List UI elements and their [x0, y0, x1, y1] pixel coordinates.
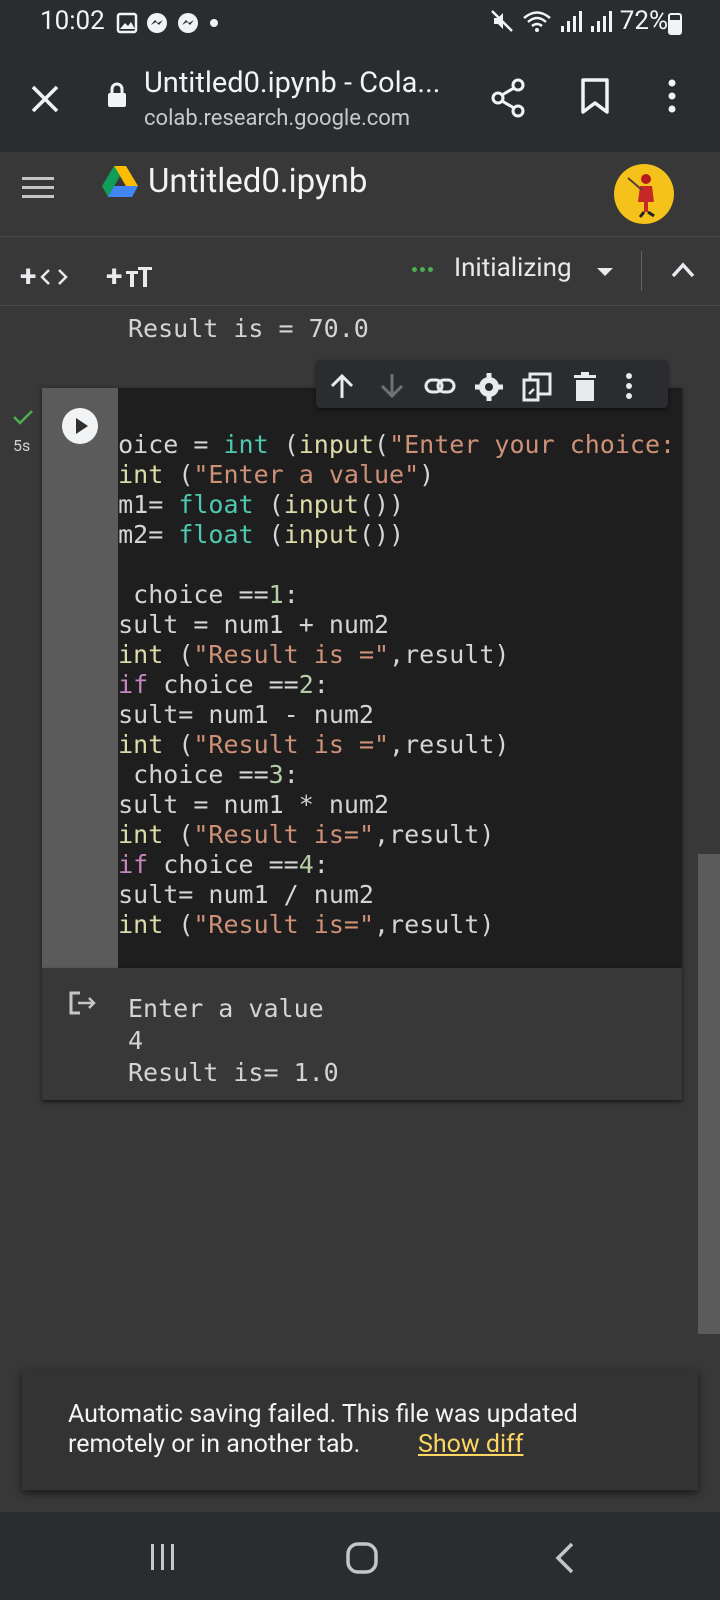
dropdown-icon[interactable]	[596, 267, 614, 277]
execution-time: 5s	[13, 436, 31, 455]
show-diff-link[interactable]: Show diff	[418, 1430, 523, 1459]
move-down-icon[interactable]	[378, 372, 406, 400]
wifi-icon	[522, 11, 551, 32]
back-icon[interactable]	[554, 1542, 576, 1574]
status-bar: 10:02 72%	[0, 0, 720, 46]
close-icon[interactable]	[28, 82, 62, 116]
notebook-toolbar: + + Initializing	[0, 236, 720, 306]
avatar[interactable]	[614, 164, 674, 224]
avatar-figure-icon	[627, 174, 655, 218]
add-code-button[interactable]: +	[20, 259, 69, 294]
system-nav-bar	[0, 1512, 720, 1600]
status-right: 72%	[490, 6, 668, 36]
signal-icon	[560, 11, 582, 32]
run-cell-button[interactable]	[62, 408, 98, 444]
toolbar-divider	[641, 251, 642, 291]
add-text-button[interactable]: +	[106, 259, 154, 294]
code-line: print ("Result is =",result)	[118, 730, 510, 759]
chevron-up-icon[interactable]	[670, 261, 696, 279]
more-vert-icon-2[interactable]	[624, 372, 634, 400]
colab-header: Untitled0.ipynb	[0, 152, 720, 236]
page-title[interactable]: Untitled0.ipynb - Cola...	[144, 66, 440, 100]
signal-icon-2	[590, 11, 612, 32]
plus-label-2: +	[106, 259, 123, 294]
menu-icon[interactable]	[20, 172, 56, 204]
move-up-icon[interactable]	[328, 372, 356, 400]
previous-cell-output: Result is = 70.0	[128, 314, 369, 343]
recent-apps-icon[interactable]	[148, 1542, 178, 1572]
check-icon	[13, 410, 33, 425]
code-line: result = num1 * num2	[118, 790, 390, 819]
runtime-status-dots	[412, 267, 433, 272]
messenger-icon-2	[178, 13, 198, 33]
code-line: print ("Result is=",result)	[118, 910, 495, 939]
output-line: Enter a value	[128, 994, 324, 1023]
scrollbar-thumb[interactable]	[698, 854, 720, 1334]
battery-percent: 72%	[619, 6, 668, 36]
url-text[interactable]: colab.research.google.com	[144, 106, 410, 131]
save-failed-snackbar: Automatic saving failed. This file was u…	[22, 1370, 698, 1490]
home-icon[interactable]	[346, 1542, 378, 1574]
code-line: num2= float (input())	[118, 520, 405, 549]
browser-toolbar: Untitled0.ipynb - Cola... colab.research…	[0, 46, 720, 152]
code-line: result = num1 + num2	[118, 610, 390, 639]
share-icon[interactable]	[490, 78, 526, 118]
code-line: choice = int (input("Enter your choice:	[118, 430, 676, 459]
lock-icon	[108, 82, 126, 107]
runtime-status[interactable]: Initializing	[454, 253, 572, 283]
code-cell[interactable]: choice = int (input("Enter your choice: …	[42, 388, 682, 968]
gallery-icon	[116, 12, 138, 34]
mirror-cell-icon[interactable]	[522, 372, 552, 402]
notebook-title[interactable]: Untitled0.ipynb	[148, 162, 367, 201]
code-line: print ("Result is =",result)	[118, 640, 510, 669]
plus-label: +	[20, 259, 37, 294]
code-line: result= num1 / num2	[118, 880, 374, 909]
cell-gutter	[42, 388, 118, 968]
code-line: elif choice ==4:	[118, 850, 329, 879]
code-line: num1= float (input())	[118, 490, 405, 519]
settings-gear-icon[interactable]	[474, 372, 504, 402]
cell-output: Enter a value 4 Result is= 1.0	[42, 968, 682, 1100]
code-line: result= num1 - num2	[118, 700, 374, 729]
google-drive-icon	[102, 166, 138, 197]
messenger-icon	[147, 13, 167, 33]
more-vert-icon[interactable]	[666, 78, 678, 114]
code-line: elif choice ==2:	[118, 670, 329, 699]
link-icon[interactable]	[424, 372, 456, 400]
output-icon[interactable]	[68, 990, 98, 1016]
delete-icon[interactable]	[572, 372, 598, 402]
notification-icons	[116, 11, 221, 35]
cell-toolbar	[316, 360, 668, 408]
code-icon	[40, 268, 69, 285]
code-line: if choice ==1:	[118, 580, 299, 609]
code-line: if choice ==3:	[118, 760, 299, 789]
bookmark-icon[interactable]	[580, 78, 610, 114]
battery-icon	[668, 13, 682, 35]
code-line: print ("Result is=",result)	[118, 820, 495, 849]
snackbar-message: Automatic saving failed. This file was u…	[68, 1400, 578, 1459]
code-line: print ("Enter a value")	[118, 460, 435, 489]
code-editor[interactable]: choice = int (input("Enter your choice: …	[118, 388, 682, 968]
status-time: 10:02	[40, 6, 105, 36]
mute-icon	[490, 10, 513, 32]
output-line: 4	[128, 1026, 144, 1055]
dot-icon	[210, 19, 218, 27]
text-format-icon	[126, 266, 153, 287]
output-line: Result is= 1.0	[128, 1058, 339, 1087]
